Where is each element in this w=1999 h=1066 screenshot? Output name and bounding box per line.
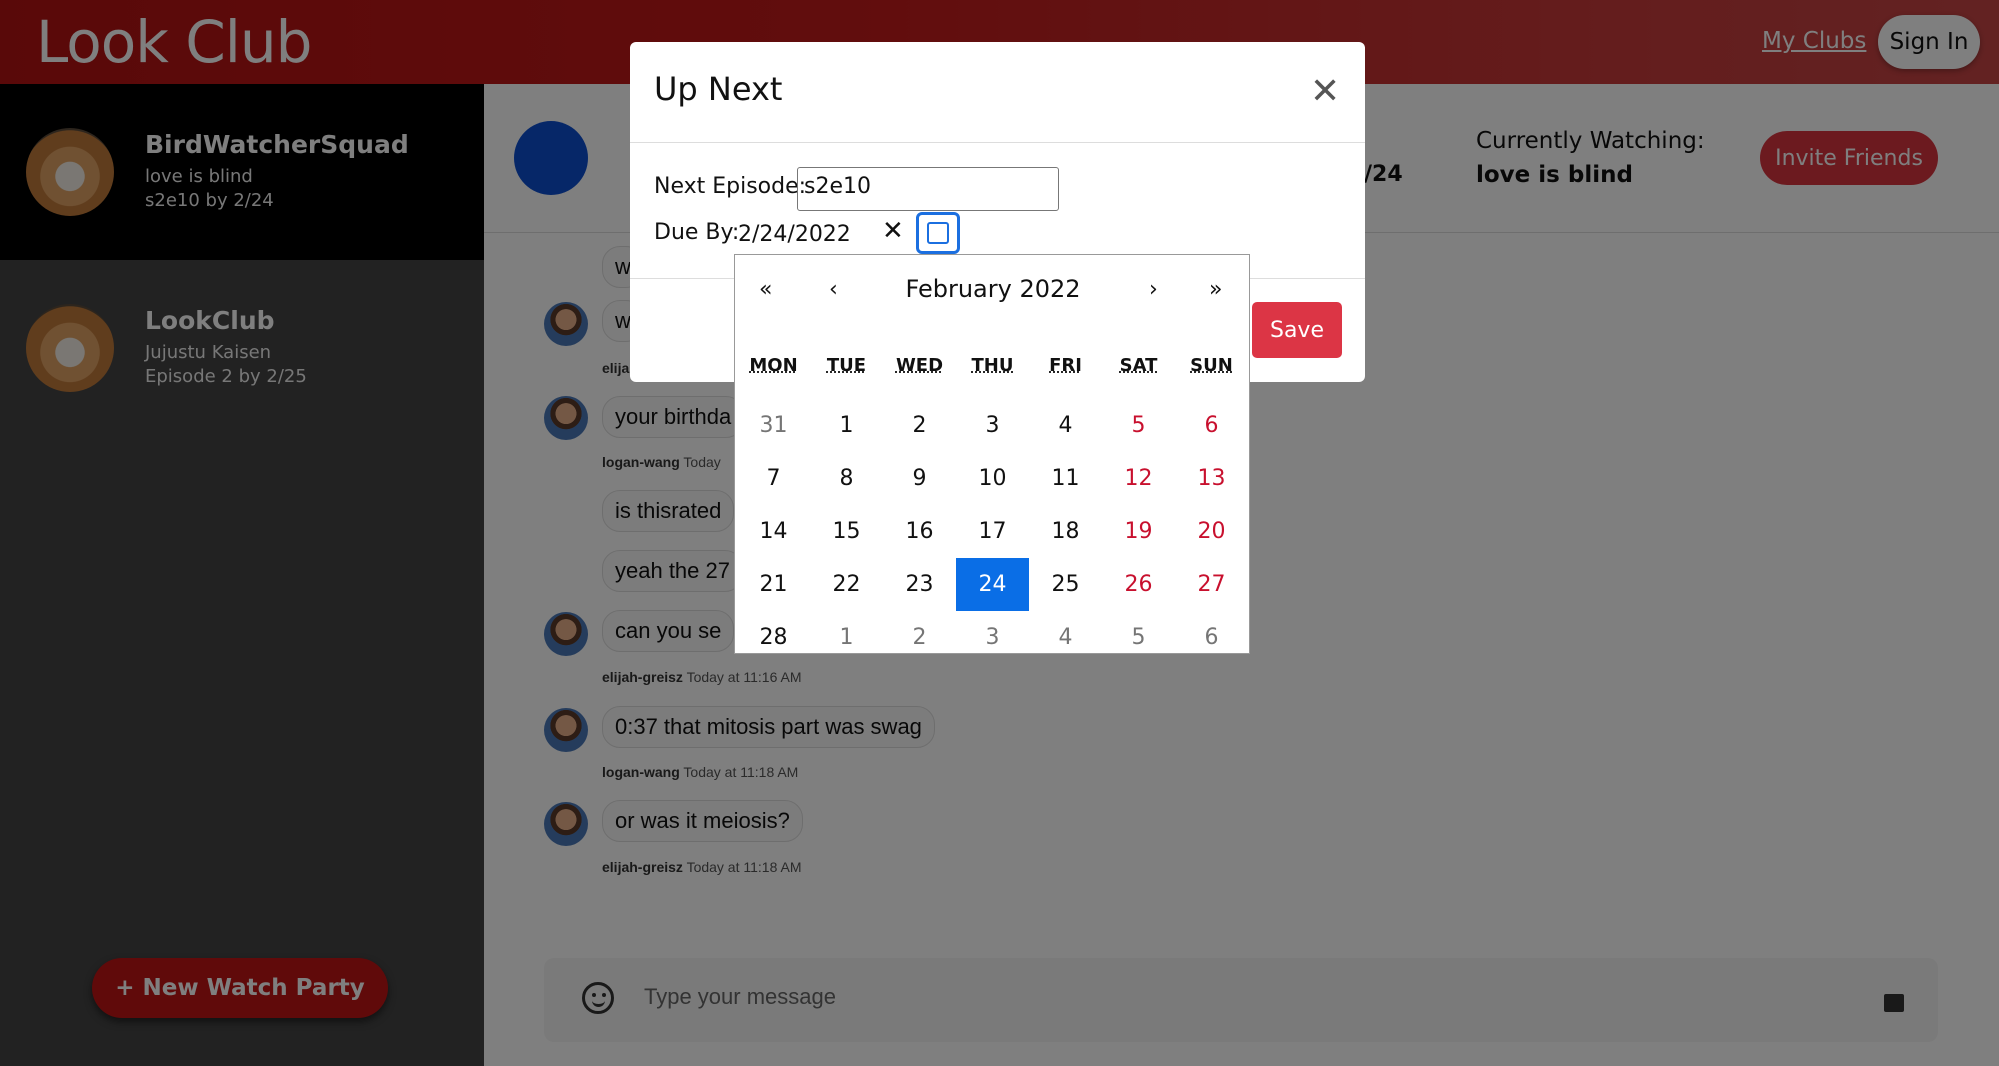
calendar-day[interactable]: 12 <box>1102 452 1175 505</box>
modal-title: Up Next <box>654 70 783 108</box>
calendar-day[interactable]: 17 <box>956 505 1029 558</box>
calendar-day[interactable]: 5 <box>1102 399 1175 452</box>
close-icon[interactable]: ✕ <box>1310 74 1340 110</box>
calendar-day[interactable]: 25 <box>1029 558 1102 611</box>
calendar-day[interactable]: 4 <box>1029 611 1102 664</box>
calendar-day[interactable]: 23 <box>883 558 956 611</box>
next-episode-label: Next Episode: <box>654 174 807 199</box>
due-by-label: Due By: <box>654 220 740 245</box>
calendar-day[interactable]: 4 <box>1029 399 1102 452</box>
save-button[interactable]: Save <box>1252 302 1342 358</box>
calendar-icon <box>927 222 949 244</box>
calendar-day[interactable]: 14 <box>737 505 810 558</box>
weekday-sat: SAT <box>1119 355 1158 376</box>
divider <box>630 142 1365 143</box>
calendar-day[interactable]: 18 <box>1029 505 1102 558</box>
calendar-day[interactable]: 24 <box>956 558 1029 611</box>
calendar-day[interactable]: 27 <box>1175 558 1248 611</box>
calendar-day[interactable]: 3 <box>956 611 1029 664</box>
next-month-button[interactable]: › <box>1149 277 1158 302</box>
calendar-day[interactable]: 11 <box>1029 452 1102 505</box>
weekday-wed: WED <box>895 355 944 376</box>
calendar-day[interactable]: 26 <box>1102 558 1175 611</box>
calendar-day[interactable]: 2 <box>883 611 956 664</box>
calendar-day[interactable]: 20 <box>1175 505 1248 558</box>
calendar-day[interactable]: 31 <box>737 399 810 452</box>
calendar-day[interactable]: 6 <box>1175 399 1248 452</box>
weekday-tue: TUE <box>826 355 867 376</box>
calendar-day[interactable]: 28 <box>737 611 810 664</box>
calendar-day[interactable]: 1 <box>810 399 883 452</box>
calendar-day[interactable]: 19 <box>1102 505 1175 558</box>
next-year-button[interactable]: » <box>1209 277 1222 302</box>
calendar-day[interactable]: 1 <box>810 611 883 664</box>
calendar-day[interactable]: 3 <box>956 399 1029 452</box>
calendar-day[interactable]: 6 <box>1175 611 1248 664</box>
calendar-toggle-button[interactable] <box>916 212 960 254</box>
weekday-sun: SUN <box>1190 355 1233 376</box>
calendar-day[interactable]: 21 <box>737 558 810 611</box>
calendar-day[interactable]: 7 <box>737 452 810 505</box>
calendar-day[interactable]: 10 <box>956 452 1029 505</box>
calendar-day[interactable]: 2 <box>883 399 956 452</box>
calendar-day[interactable]: 13 <box>1175 452 1248 505</box>
weekday-mon: MON <box>749 355 798 376</box>
calendar-day[interactable]: 9 <box>883 452 956 505</box>
next-episode-input[interactable]: s2e10 <box>797 167 1059 211</box>
calendar-month-label[interactable]: February 2022 <box>735 275 1251 303</box>
calendar-day[interactable]: 16 <box>883 505 956 558</box>
clear-date-icon[interactable]: ✕ <box>882 216 904 246</box>
date-picker-calendar: « ‹ February 2022 › » MON TUE WED THU FRI SAT… <box>734 254 1250 654</box>
calendar-day[interactable]: 5 <box>1102 611 1175 664</box>
calendar-day[interactable]: 22 <box>810 558 883 611</box>
calendar-day[interactable]: 8 <box>810 452 883 505</box>
weekday-thu: THU <box>971 355 1014 376</box>
calendar-day[interactable]: 15 <box>810 505 883 558</box>
weekday-fri: FRI <box>1049 355 1082 376</box>
